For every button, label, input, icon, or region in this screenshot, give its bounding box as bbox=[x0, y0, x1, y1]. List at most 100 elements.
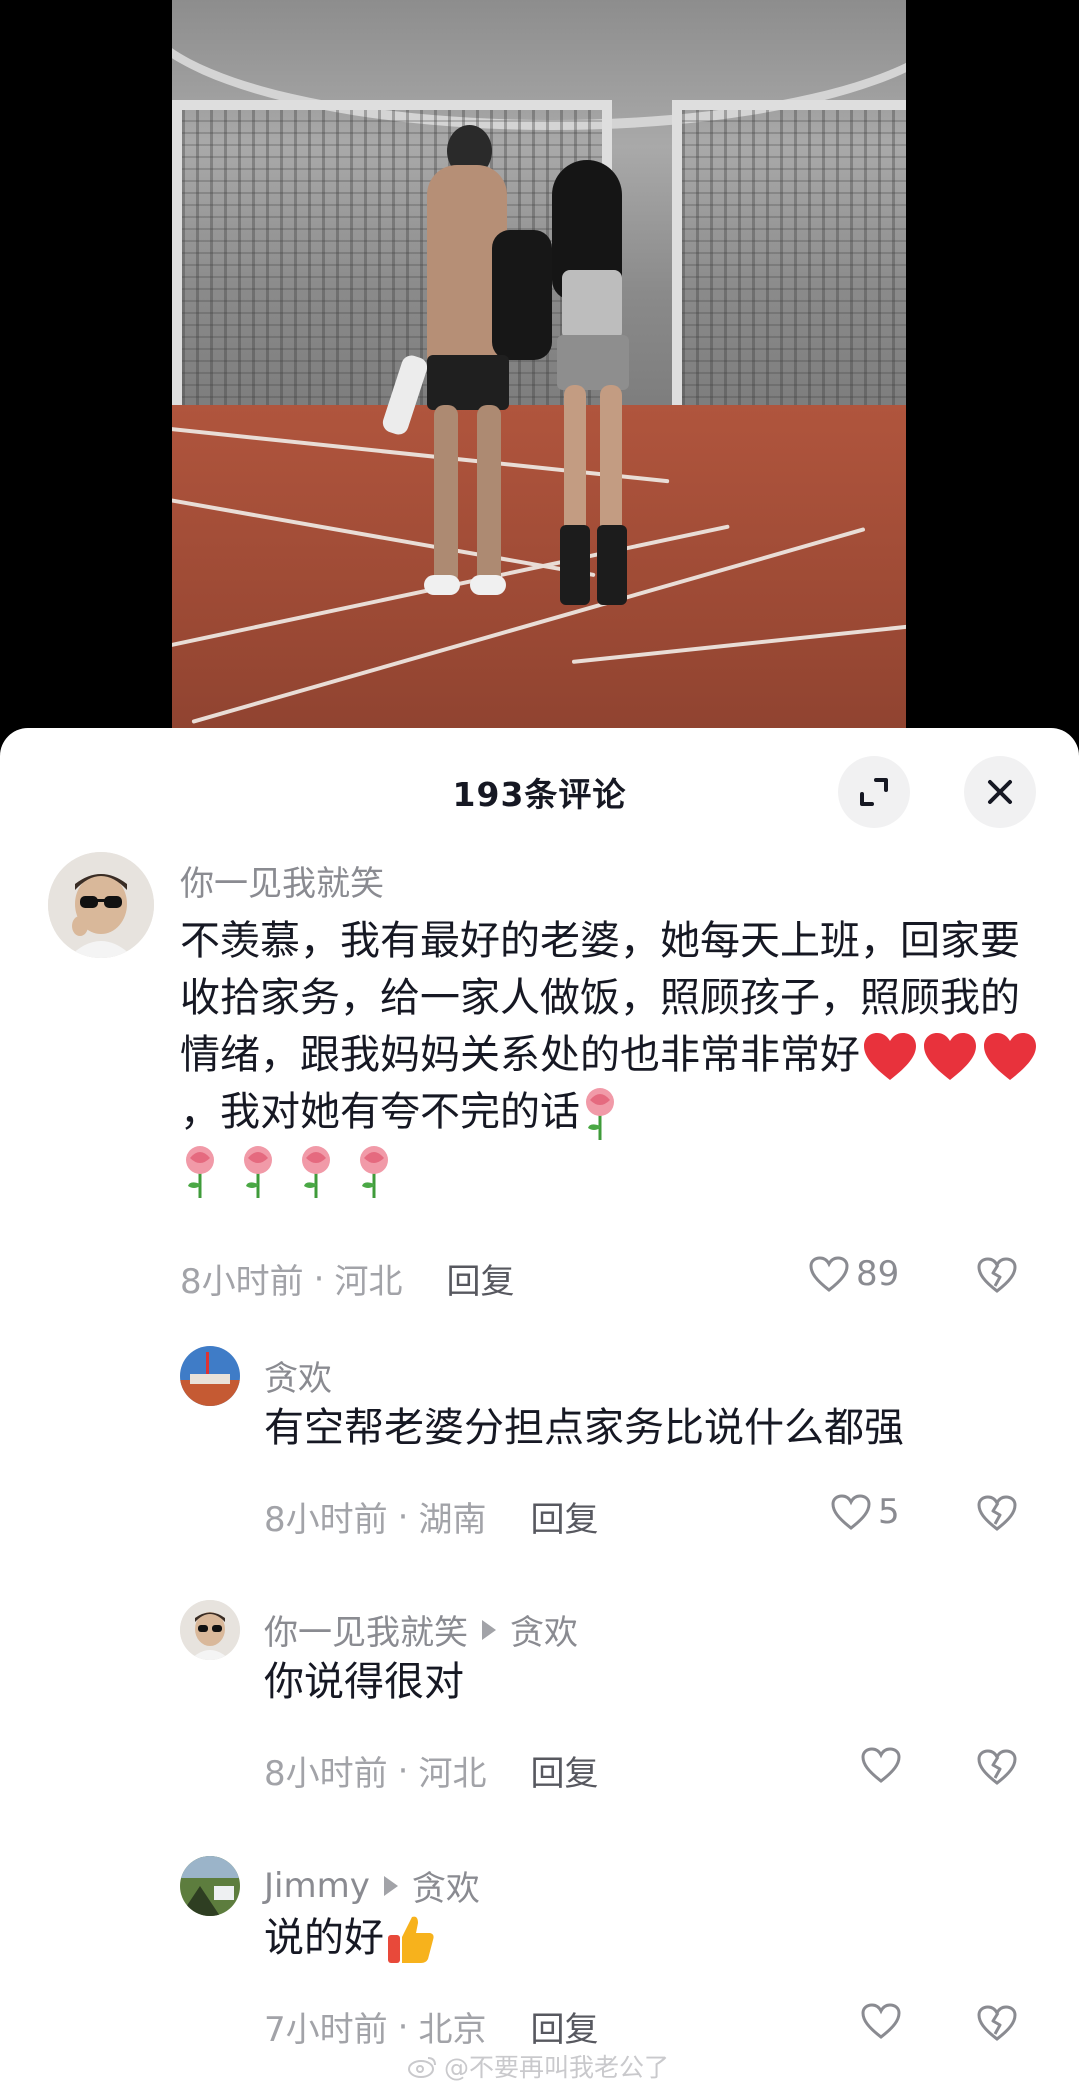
broken-heart-icon bbox=[977, 1749, 1017, 1785]
reply-author[interactable]: 你一见我就笑 bbox=[264, 1605, 468, 1654]
dislike-button[interactable] bbox=[976, 1748, 1018, 1790]
comment-text: 不羡慕，我有最好的老婆，她每天上班，回家要收拾家务，给一家人做饭，照顾孩子，照顾… bbox=[180, 913, 1040, 1200]
like-count: 5 bbox=[878, 1492, 900, 1532]
woman-leg bbox=[564, 385, 586, 535]
heart-outline-icon bbox=[861, 1747, 901, 1783]
avatar[interactable] bbox=[180, 1600, 240, 1660]
kid-sunglasses-avatar-icon bbox=[48, 852, 154, 958]
reply-username: 你一见我就笑 贪欢 bbox=[264, 1605, 578, 1654]
red-heart-icon bbox=[984, 1033, 1036, 1080]
lane-line bbox=[172, 425, 670, 484]
timestamp: 8小时前 bbox=[264, 1754, 388, 1794]
rose-icon bbox=[302, 1146, 330, 1198]
lane-line bbox=[191, 527, 866, 724]
meta-separator: · bbox=[397, 1750, 409, 1791]
timestamp: 7小时前 bbox=[264, 2010, 388, 2050]
woman-shorts bbox=[557, 335, 629, 390]
weibo-watermark: @不要再叫我老公了 bbox=[408, 2048, 669, 2084]
reply-meta: 8小时前 · 河北 回复 bbox=[264, 1746, 598, 1795]
lane-line bbox=[172, 495, 596, 578]
broken-heart-icon bbox=[977, 1257, 1017, 1293]
location: 河北 bbox=[418, 1754, 487, 1794]
reply-username[interactable]: 贪欢 bbox=[264, 1351, 332, 1400]
rose-icon bbox=[360, 1146, 388, 1198]
meta-separator: · bbox=[397, 1496, 409, 1537]
comment-meta: 8小时前 · 河北 回复 bbox=[180, 1254, 514, 1303]
woman-top bbox=[562, 270, 622, 340]
dislike-button[interactable] bbox=[976, 2004, 1018, 2046]
reply-meta: 7小时前 · 北京 回复 bbox=[264, 2002, 598, 2051]
rose-icon bbox=[586, 1088, 614, 1140]
like-button[interactable] bbox=[860, 1746, 908, 1784]
bag bbox=[492, 230, 552, 360]
reply-button[interactable]: 回复 bbox=[530, 1746, 598, 1795]
comment-count-title: 193条评论 bbox=[452, 775, 627, 814]
reply-button[interactable]: 回复 bbox=[446, 1254, 514, 1303]
shoe bbox=[424, 575, 460, 595]
comment-username[interactable]: 你一见我就笑 bbox=[180, 856, 384, 905]
shoe bbox=[470, 575, 506, 595]
reply-text: 你说得很对 bbox=[264, 1659, 464, 1705]
avatar[interactable] bbox=[180, 1856, 240, 1916]
like-button[interactable]: 89 bbox=[808, 1254, 899, 1294]
avatar[interactable] bbox=[48, 852, 154, 958]
meta-separator: · bbox=[397, 2006, 409, 2047]
comment-text-part: ，我对她有夸不完的话 bbox=[180, 1089, 580, 1135]
reply-text: 说的好 bbox=[264, 1910, 1044, 1967]
dislike-button[interactable] bbox=[976, 1256, 1018, 1298]
sky-avatar-icon bbox=[180, 1346, 240, 1406]
heart-outline-icon bbox=[861, 2003, 901, 2039]
reply-to-user[interactable]: 贪欢 bbox=[510, 1605, 578, 1654]
close-button[interactable] bbox=[964, 756, 1036, 828]
dislike-button[interactable] bbox=[976, 1494, 1018, 1536]
reply-username: Jimmy 贪欢 bbox=[264, 1861, 480, 1910]
running-track bbox=[172, 405, 906, 740]
outdoor-avatar-icon bbox=[180, 1856, 240, 1916]
screen: 193条评论 你一见我就笑 不羡慕，我有最好的老婆，她每天上班，回家要收拾家务，… bbox=[0, 0, 1079, 2094]
weibo-logo-icon bbox=[408, 2057, 436, 2078]
reply-author[interactable]: Jimmy bbox=[264, 1866, 370, 1906]
meta-separator: · bbox=[313, 1258, 325, 1299]
reply-button[interactable]: 回复 bbox=[530, 2002, 598, 2051]
close-icon bbox=[988, 780, 1012, 804]
like-button[interactable]: 5 bbox=[830, 1492, 900, 1532]
rose-icon bbox=[186, 1146, 214, 1198]
like-count: 89 bbox=[856, 1254, 900, 1294]
lane-line bbox=[571, 624, 906, 664]
man-leg bbox=[477, 405, 501, 585]
timestamp: 8小时前 bbox=[180, 1262, 304, 1302]
reply-to-arrow-icon bbox=[482, 1619, 496, 1640]
rose-icon bbox=[244, 1146, 272, 1198]
comment-sheet: 193条评论 你一见我就笑 不羡慕，我有最好的老婆，她每天上班，回家要收拾家务，… bbox=[0, 728, 1079, 2094]
fence-right bbox=[672, 100, 906, 410]
reply-text: 有空帮老婆分担点家务比说什么都强 bbox=[264, 1405, 904, 1451]
location: 北京 bbox=[418, 2010, 487, 2050]
heart-outline-icon bbox=[831, 1494, 871, 1530]
avatar[interactable] bbox=[180, 1346, 240, 1406]
reply-to-arrow-icon bbox=[383, 1875, 398, 1896]
watermark-text: @不要再叫我老公了 bbox=[444, 2053, 670, 2082]
heart-outline-icon bbox=[809, 1256, 849, 1292]
woman-boot bbox=[560, 525, 590, 605]
reply-to-user[interactable]: 贪欢 bbox=[412, 1861, 480, 1910]
location: 河北 bbox=[334, 1262, 403, 1302]
reply-meta: 8小时前 · 湖南 回复 bbox=[264, 1492, 598, 1541]
red-heart-icon bbox=[864, 1033, 916, 1080]
red-heart-icon bbox=[924, 1033, 976, 1080]
man-leg bbox=[434, 405, 458, 585]
reply-button[interactable]: 回复 bbox=[530, 1492, 598, 1541]
thumbs-up-icon bbox=[388, 1916, 434, 1963]
broken-heart-icon bbox=[977, 1495, 1017, 1531]
expand-icon bbox=[860, 778, 888, 806]
location: 湖南 bbox=[418, 1500, 487, 1540]
reply-text-content: 说的好 bbox=[264, 1915, 384, 1961]
woman-leg bbox=[600, 385, 622, 535]
timestamp: 8小时前 bbox=[264, 1500, 388, 1540]
kid-sunglasses-avatar-icon bbox=[180, 1600, 240, 1660]
woman-boot bbox=[597, 525, 627, 605]
expand-button[interactable] bbox=[838, 756, 910, 828]
video-player[interactable] bbox=[172, 0, 906, 740]
broken-heart-icon bbox=[977, 2005, 1017, 2041]
like-button[interactable] bbox=[860, 2002, 908, 2040]
man-shorts bbox=[427, 355, 509, 410]
